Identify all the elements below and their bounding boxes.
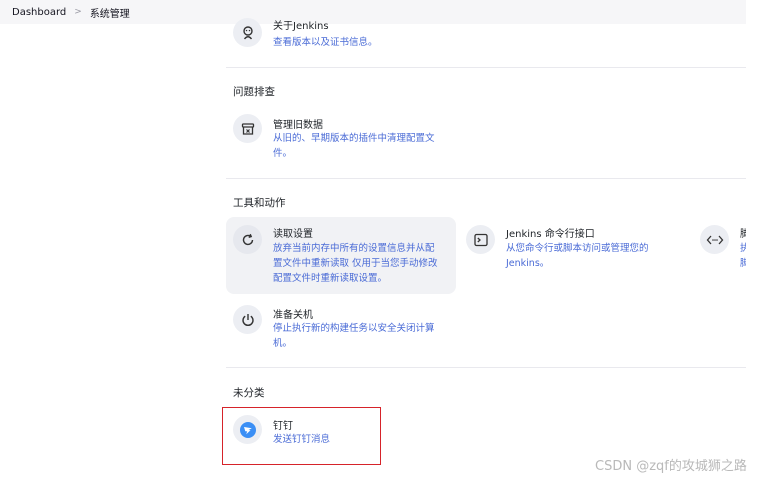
script-console-item[interactable]: 脚 执 脚 [700,225,746,273]
manage-old-data-title: 管理旧数据 [273,120,323,131]
prepare-shutdown-item[interactable]: 准备关机 停止执行新的构建任务以安全关闭计算 机。 [233,305,453,355]
jenkins-cli-desc-line1: 从您命令行或脚本访问或管理您的 [506,243,649,254]
archive-delete-icon [233,114,262,143]
divider [226,178,746,179]
reload-config-item[interactable]: 读取设置 放弃当前内存中所有的设置信息并从配 置文件中重新读取 仅用于当您手动修… [226,217,456,294]
jenkins-cli-title: Jenkins 命令行接口 [506,229,595,240]
prepare-shutdown-title: 准备关机 [273,310,313,321]
section-title-troubleshooting: 问题排查 [233,86,275,98]
breadcrumb-current[interactable]: 系统管理 [90,5,130,20]
code-icon [700,225,729,254]
terminal-icon [466,225,495,254]
about-jenkins-desc: 查看版本以及证书信息。 [273,37,378,48]
reload-config-title: 读取设置 [273,229,313,240]
highlight-box [222,407,381,465]
breadcrumb-separator: > [74,7,82,17]
reload-config-desc-line2: 置文件中重新读取 仅用于当您手动修改 [273,258,438,269]
jenkins-cli-desc-line2: Jenkins。 [506,258,550,269]
about-icon [233,18,262,47]
divider [226,367,746,368]
reload-config-desc-line1: 放弃当前内存中所有的设置信息并从配 [273,243,435,254]
reload-icon [233,225,262,254]
power-icon [233,305,262,334]
manage-old-data-desc-line1: 从旧的、早期版本的插件中清理配置文 [273,133,435,144]
about-jenkins-title: 关于Jenkins [273,21,329,32]
manage-old-data-desc-line2: 件。 [273,148,293,159]
reload-config-desc-line3: 配置文件时重新读取设置。 [273,273,388,284]
section-title-tools: 工具和动作 [233,197,286,209]
watermark: CSDN @zqf的攻城狮之路 [595,459,747,474]
prepare-shutdown-desc-line2: 机。 [273,338,293,349]
about-jenkins-item[interactable]: 关于Jenkins 查看版本以及证书信息。 [233,18,463,54]
page-edge [746,0,763,477]
section-title-uncategorized: 未分类 [233,387,265,399]
jenkins-cli-item[interactable]: Jenkins 命令行接口 从您命令行或脚本访问或管理您的 Jenkins。 [466,225,676,273]
manage-old-data-item[interactable]: 管理旧数据 从旧的、早期版本的插件中清理配置文 件。 [233,114,453,164]
breadcrumb-dashboard[interactable]: Dashboard [12,7,66,18]
prepare-shutdown-desc-line1: 停止执行新的构建任务以安全关闭计算 [273,323,435,334]
divider [226,67,746,68]
